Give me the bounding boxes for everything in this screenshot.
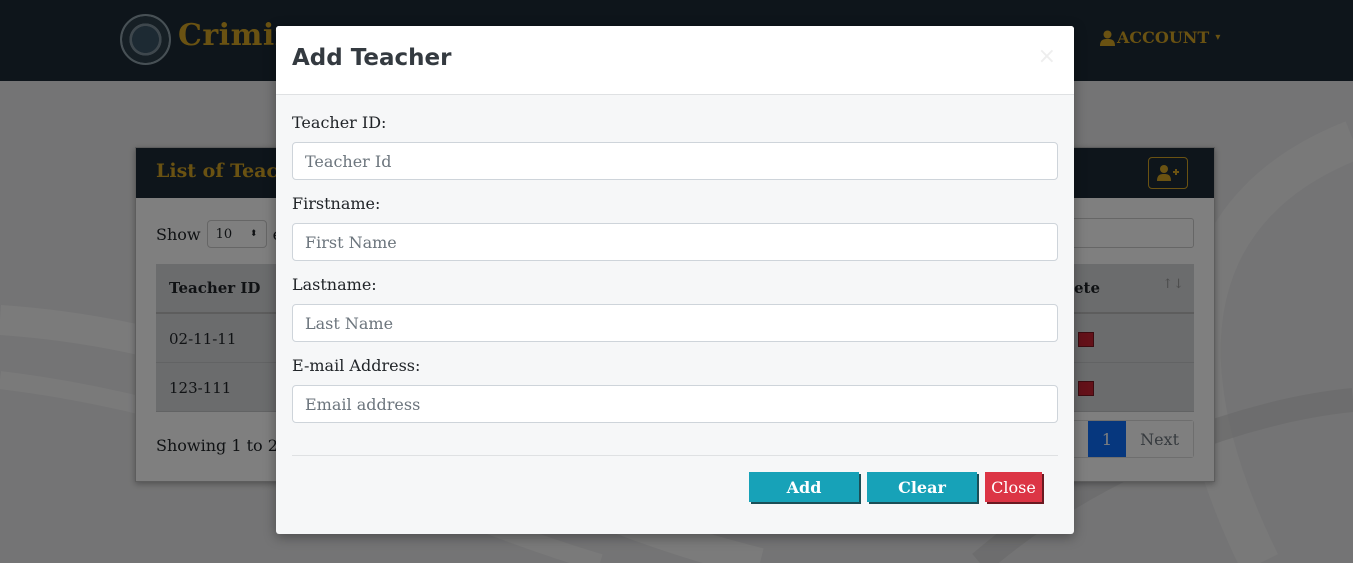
firstname-label: Firstname:: [292, 194, 381, 213]
close-icon[interactable]: ×: [1038, 44, 1056, 69]
teacher-id-group: Teacher ID:: [292, 113, 1058, 180]
lastname-group: Lastname:: [292, 275, 1058, 342]
email-group: E-mail Address:: [292, 356, 1058, 423]
modal-body: Teacher ID: Firstname: Lastname: E-mail …: [292, 113, 1058, 437]
lastname-label: Lastname:: [292, 275, 377, 294]
add-button[interactable]: Add: [749, 472, 859, 502]
email-input[interactable]: [292, 385, 1058, 423]
firstname-input[interactable]: [292, 223, 1058, 261]
clear-button[interactable]: Clear: [867, 472, 977, 502]
add-teacher-modal: Add Teacher × Teacher ID: Firstname: Las…: [276, 26, 1074, 534]
teacher-id-input[interactable]: [292, 142, 1058, 180]
lastname-input[interactable]: [292, 304, 1058, 342]
modal-title: Add Teacher: [292, 45, 452, 71]
firstname-group: Firstname:: [292, 194, 1058, 261]
teacher-id-label: Teacher ID:: [292, 113, 387, 132]
email-label: E-mail Address:: [292, 356, 421, 375]
modal-header: Add Teacher ×: [276, 26, 1074, 95]
close-button[interactable]: Close: [985, 472, 1042, 502]
modal-footer-divider: [292, 455, 1058, 456]
